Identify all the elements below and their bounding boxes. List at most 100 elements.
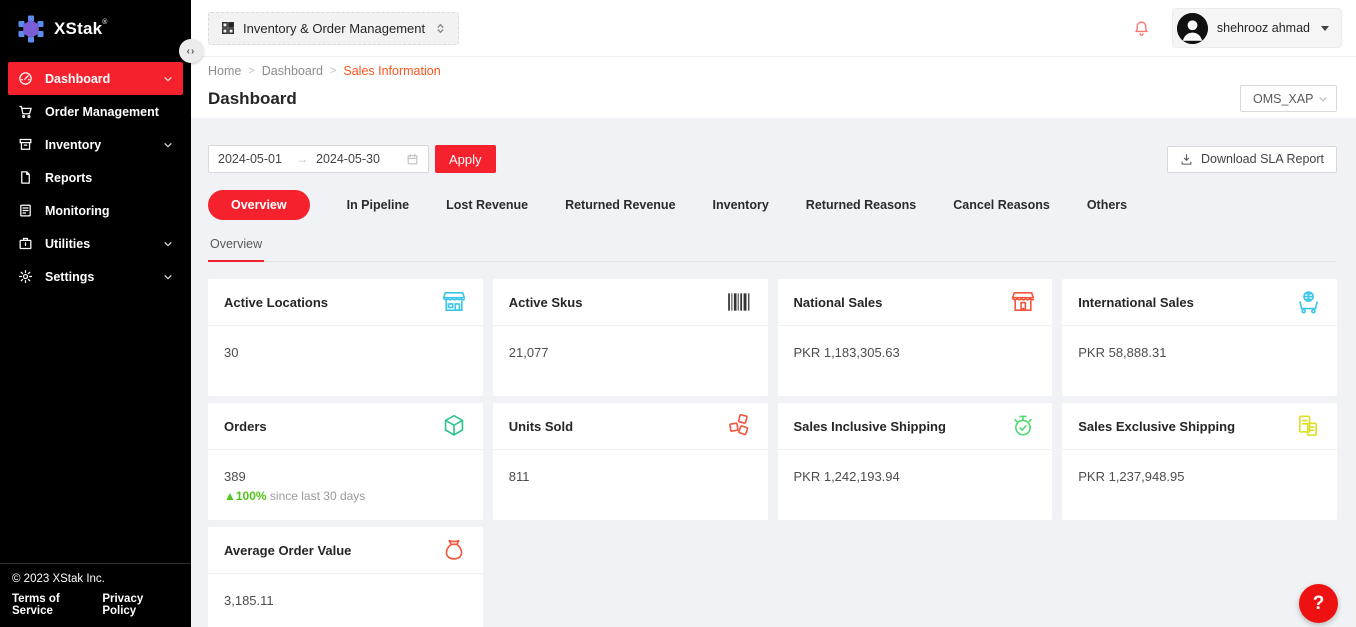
notification-bell-icon[interactable] bbox=[1133, 19, 1150, 38]
card-value: PKR 1,183,305.63 bbox=[794, 345, 1037, 360]
inventory-icon bbox=[18, 137, 33, 152]
card-sales-inclusive-shipping: Sales Inclusive Shipping PKR 1,242,193.9… bbox=[778, 403, 1053, 520]
download-sla-report-label: Download SLA Report bbox=[1201, 152, 1324, 166]
card-value: 811 bbox=[509, 469, 752, 484]
sidebar-collapse-toggle[interactable]: ‹› bbox=[179, 39, 203, 63]
dashboard-icon bbox=[18, 71, 33, 86]
sidebar-menu: Dashboard Order Management Inventory Rep… bbox=[0, 62, 191, 563]
utilities-icon bbox=[18, 236, 33, 251]
cube-icon bbox=[441, 413, 467, 439]
breadcrumb-separator: > bbox=[330, 65, 336, 77]
dashboard-tabs: Overview In Pipeline Lost Revenue Return… bbox=[208, 190, 1337, 220]
reports-icon bbox=[18, 170, 33, 185]
download-sla-report-button[interactable]: Download SLA Report bbox=[1167, 146, 1337, 173]
card-value: 3,185.11 bbox=[224, 593, 467, 608]
brand-trademark: ® bbox=[102, 19, 107, 26]
date-end-input[interactable] bbox=[316, 152, 392, 166]
sidebar-item-label: Utilities bbox=[45, 237, 151, 251]
kpi-cards-grid: Active Locations 30 bbox=[208, 279, 1337, 627]
sidebar-item-label: Monitoring bbox=[45, 204, 173, 218]
chevron-down-icon bbox=[163, 239, 173, 249]
breadcrumb-home[interactable]: Home bbox=[208, 64, 241, 78]
range-arrow-icon: → bbox=[296, 152, 308, 166]
brand-logo[interactable]: XStak® bbox=[0, 0, 191, 56]
barcode-icon bbox=[726, 289, 752, 315]
card-international-sales: International Sales PKR 58,888.31 bbox=[1062, 279, 1337, 396]
sidebar-item-label: Dashboard bbox=[45, 72, 151, 86]
sidebar-item-label: Settings bbox=[45, 270, 151, 284]
page-title: Dashboard bbox=[208, 89, 297, 109]
card-title: Sales Inclusive Shipping bbox=[794, 419, 946, 434]
sidebar-item-utilities[interactable]: Utilities bbox=[8, 227, 183, 260]
card-average-order-value: Average Order Value 3,185.11 bbox=[208, 527, 483, 627]
top-navbar: Inventory & Order Management shehrooz ah… bbox=[191, 0, 1356, 57]
apply-button[interactable]: Apply bbox=[435, 145, 496, 173]
sidebar-item-label: Inventory bbox=[45, 138, 151, 152]
subtab-bar: Overview bbox=[208, 233, 1337, 262]
date-start-input[interactable] bbox=[218, 152, 294, 166]
app-switcher-label: Inventory & Order Management bbox=[243, 21, 425, 36]
tab-returned-revenue[interactable]: Returned Revenue bbox=[565, 198, 675, 212]
card-title: Average Order Value bbox=[224, 543, 351, 558]
sidebar-item-label: Order Management bbox=[45, 105, 173, 119]
tab-inventory[interactable]: Inventory bbox=[713, 198, 769, 212]
tab-others[interactable]: Others bbox=[1087, 198, 1127, 212]
sidebar: XStak® Dashboard Order Management Invent… bbox=[0, 0, 191, 627]
tab-cancel-reasons[interactable]: Cancel Reasons bbox=[953, 198, 1050, 212]
card-title: Active Skus bbox=[509, 295, 583, 310]
dashboard-content: → Apply Download SLA Report Overview In … bbox=[191, 118, 1356, 627]
card-value: 30 bbox=[224, 345, 467, 360]
sidebar-item-settings[interactable]: Settings bbox=[8, 260, 183, 293]
breadcrumb: Home > Dashboard > Sales Information bbox=[208, 64, 1337, 78]
tab-lost-revenue[interactable]: Lost Revenue bbox=[446, 198, 528, 212]
card-title: Sales Exclusive Shipping bbox=[1078, 419, 1235, 434]
breadcrumb-sales-information: Sales Information bbox=[343, 64, 440, 78]
calendar-icon bbox=[406, 153, 419, 166]
delta-up-value: ▲100% bbox=[224, 489, 267, 503]
chevron-down-icon bbox=[163, 272, 173, 282]
store-select-value: OMS_XAP bbox=[1253, 92, 1313, 106]
card-units-sold: Units Sold 811 bbox=[493, 403, 768, 520]
swap-vertical-icon bbox=[435, 23, 446, 34]
main-area: Inventory & Order Management shehrooz ah… bbox=[191, 0, 1356, 627]
app-switcher-button[interactable]: Inventory & Order Management bbox=[208, 12, 459, 45]
download-icon bbox=[1180, 153, 1193, 166]
sidebar-item-monitoring[interactable]: Monitoring bbox=[8, 194, 183, 227]
subtab-overview[interactable]: Overview bbox=[208, 233, 264, 262]
receipt-icon bbox=[1295, 413, 1321, 439]
copyright-text: © 2023 XStak Inc. bbox=[12, 573, 179, 585]
breadcrumb-separator: > bbox=[248, 65, 254, 77]
chevron-down-icon bbox=[163, 140, 173, 150]
card-orders: Orders 389 ▲100% since last 30 days bbox=[208, 403, 483, 520]
cart-icon bbox=[18, 104, 33, 119]
tab-in-pipeline[interactable]: In Pipeline bbox=[347, 198, 410, 212]
tab-overview[interactable]: Overview bbox=[208, 190, 310, 220]
card-title: International Sales bbox=[1078, 295, 1194, 310]
appstore-grid-icon bbox=[221, 21, 235, 35]
terms-of-service-link[interactable]: Terms of Service bbox=[12, 593, 102, 617]
brand-name: XStak® bbox=[54, 19, 108, 39]
sidebar-item-dashboard[interactable]: Dashboard bbox=[8, 62, 183, 95]
date-range-picker[interactable]: → bbox=[208, 145, 429, 173]
card-title: Active Locations bbox=[224, 295, 328, 310]
store-select[interactable]: OMS_XAP bbox=[1240, 85, 1337, 112]
chevron-down-icon bbox=[163, 74, 173, 84]
card-value: PKR 1,237,948.95 bbox=[1078, 469, 1321, 484]
page-header: Home > Dashboard > Sales Information Das… bbox=[191, 57, 1356, 118]
card-title: Units Sold bbox=[509, 419, 573, 434]
delta-note: since last 30 days bbox=[267, 489, 366, 503]
card-title: National Sales bbox=[794, 295, 883, 310]
sidebar-footer: © 2023 XStak Inc. Terms of Service Priva… bbox=[0, 563, 191, 627]
breadcrumb-dashboard[interactable]: Dashboard bbox=[262, 64, 323, 78]
card-title: Orders bbox=[224, 419, 267, 434]
chevron-down-icon bbox=[1318, 94, 1328, 104]
help-button[interactable]: ? bbox=[1299, 584, 1338, 623]
dice-icon bbox=[726, 413, 752, 439]
sidebar-item-reports[interactable]: Reports bbox=[8, 161, 183, 194]
privacy-policy-link[interactable]: Privacy Policy bbox=[102, 593, 179, 617]
user-menu[interactable]: shehrooz ahmad bbox=[1172, 8, 1342, 48]
storefront-sale-icon bbox=[1010, 289, 1036, 315]
sidebar-item-inventory[interactable]: Inventory bbox=[8, 128, 183, 161]
sidebar-item-order-management[interactable]: Order Management bbox=[8, 95, 183, 128]
tab-returned-reasons[interactable]: Returned Reasons bbox=[806, 198, 916, 212]
